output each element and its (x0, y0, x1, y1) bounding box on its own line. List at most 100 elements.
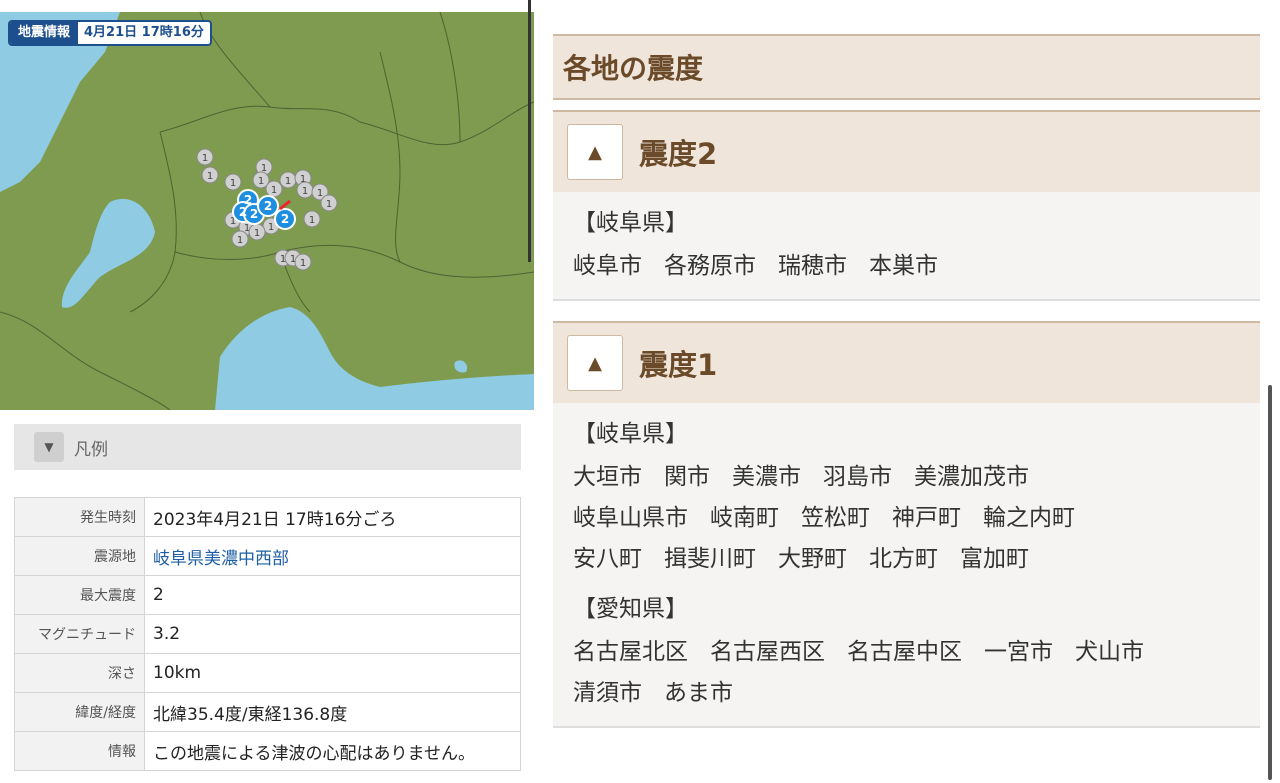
intensity-2-panel: ▲ 震度2 【岐阜県】 岐阜市 各務原市 瑞穂市 本巣市 (553, 110, 1260, 301)
svg-text:2: 2 (239, 205, 247, 219)
city-name: 大垣市 (573, 464, 642, 490)
svg-text:1: 1 (244, 223, 250, 234)
pref-group: 【岐阜県】 大垣市 関市 美濃市 羽島市 美濃加茂市 岐阜山県市 岐南町 笠松町 神戸町 輪之内… (573, 417, 1240, 580)
row-value: 北緯35.4度/東経136.8度 (144, 692, 521, 732)
city-name: 各務原市 (664, 253, 756, 279)
intensity-list: 各地の震度 ▲ 震度2 【岐阜県】 岐阜市 各務原市 瑞穂市 本巣市 ▲ 震度1 【岐… (553, 34, 1260, 728)
city-name: 岐阜山県市 (573, 505, 688, 531)
city-name: 安八町 (573, 546, 642, 572)
city-name: 名古屋中区 (847, 639, 962, 665)
row-key: 深さ (14, 653, 145, 693)
svg-text:2: 2 (281, 212, 289, 226)
map-graphic: 111 111 11 1 111 11 1 111 11 22 2 22 (0, 12, 534, 410)
city-name: 揖斐川町 (664, 546, 756, 572)
svg-text:1: 1 (326, 199, 332, 210)
intensity-section-header: 各地の震度 (553, 34, 1260, 100)
epicenter-mark (279, 199, 291, 211)
svg-text:1: 1 (271, 185, 277, 196)
svg-text:1: 1 (285, 176, 291, 187)
pref-name: 【愛知県】 (573, 596, 688, 622)
city-name: 岐南町 (710, 505, 779, 531)
table-row: 深さ 10km (14, 653, 521, 693)
row-key: 緯度/経度 (14, 692, 145, 732)
svg-text:1: 1 (207, 171, 213, 182)
city-name: 一宮市 (984, 639, 1053, 665)
city-list: 名古屋北区 名古屋西区 名古屋中区 一宮市 犬山市 清須市 あま市 (573, 632, 1240, 714)
page-scrollbar[interactable] (1268, 385, 1272, 780)
svg-text:1: 1 (302, 186, 308, 197)
svg-text:1: 1 (202, 153, 208, 164)
map-tag-time: 4月21日 17時16分 (84, 25, 204, 40)
row-key: 最大震度 (14, 575, 145, 615)
city-list: 岐阜市 各務原市 瑞穂市 本巣市 (573, 246, 1240, 287)
table-row: 最大震度 2 (14, 575, 521, 615)
city-name: 羽島市 (823, 464, 892, 490)
table-row: 緯度/経度 北緯35.4度/東経136.8度 (14, 692, 521, 732)
city-name: 名古屋西区 (710, 639, 825, 665)
city-name: 美濃加茂市 (914, 464, 1029, 490)
svg-text:1: 1 (230, 178, 236, 189)
intensity-2-label: 震度2 (639, 137, 718, 171)
svg-text:1: 1 (261, 163, 267, 174)
epicenter-link[interactable]: 岐阜県美濃中西部 (153, 549, 289, 569)
triangle-up-icon[interactable]: ▲ (567, 335, 623, 391)
triangle-down-icon: ▼ (34, 432, 64, 462)
table-row: 震源地 岐阜県美濃中西部 (14, 536, 521, 576)
pref-group: 【岐阜県】 岐阜市 各務原市 瑞穂市 本巣市 (573, 206, 1240, 287)
map-info-tag: 地震情報 4月21日 17時16分 (8, 20, 212, 46)
svg-text:1: 1 (290, 254, 296, 265)
city-name: 神戸町 (892, 505, 961, 531)
city-name: 犬山市 (1075, 639, 1144, 665)
city-name: 美濃市 (732, 464, 801, 490)
map-tag-label: 地震情報 (10, 22, 79, 44)
svg-text:1: 1 (237, 235, 243, 246)
table-row: 発生時刻 2023年4月21日 17時16分ごろ (14, 497, 521, 537)
row-key: マグニチュード (14, 614, 145, 654)
row-key: 発生時刻 (14, 497, 145, 537)
pref-name: 【岐阜県】 (573, 421, 688, 447)
city-name: 笠松町 (801, 505, 870, 531)
section-title: 各地の震度 (563, 52, 704, 85)
city-name: 大野町 (778, 546, 847, 572)
city-name: 関市 (664, 464, 710, 490)
city-list: 大垣市 関市 美濃市 羽島市 美濃加茂市 岐阜山県市 岐南町 笠松町 神戸町 輪之内町 安八町揖… (573, 457, 1240, 580)
svg-text:1: 1 (300, 174, 306, 185)
triangle-up-icon[interactable]: ▲ (567, 124, 623, 180)
row-value: 3.2 (144, 614, 521, 654)
intensity-2-header[interactable]: ▲ 震度2 (553, 110, 1260, 192)
svg-text:1: 1 (254, 228, 260, 239)
pref-group: 【愛知県】 名古屋北区 名古屋西区 名古屋中区 一宮市 犬山市 清須市 あま市 (573, 592, 1240, 714)
svg-text:1: 1 (258, 176, 264, 187)
table-row: マグニチュード 3.2 (14, 614, 521, 654)
row-value: 2023年4月21日 17時16分ごろ (144, 497, 521, 537)
svg-text:2: 2 (264, 199, 272, 213)
intensity-1-header[interactable]: ▲ 震度1 (553, 321, 1260, 403)
city-name: 輪之内町 (983, 505, 1075, 531)
map-scrollbar[interactable] (528, 0, 531, 262)
row-key: 情報 (14, 731, 145, 771)
table-row: 情報 この地震による津波の心配はありません。 (14, 731, 521, 771)
city-name: 北方町 (869, 546, 938, 572)
intensity-1-body: 【岐阜県】 大垣市 関市 美濃市 羽島市 美濃加茂市 岐阜山県市 岐南町 笠松町 神戸町 輪之内… (553, 403, 1260, 726)
city-name: 清須市 (573, 680, 642, 706)
row-value: この地震による津波の心配はありません。 (144, 731, 521, 771)
city-name: 富加町 (960, 546, 1029, 572)
svg-text:1: 1 (300, 258, 306, 269)
svg-text:1: 1 (317, 188, 323, 199)
intensity-1-panel: ▲ 震度1 【岐阜県】 大垣市 関市 美濃市 羽島市 美濃加茂市 岐阜山県市 岐南町 笠松町… (553, 321, 1260, 728)
city-name: 瑞穂市 (778, 253, 847, 279)
earthquake-info-table: 発生時刻 2023年4月21日 17時16分ごろ 震源地 岐阜県美濃中西部 最大… (14, 497, 521, 771)
city-name: 名古屋北区 (573, 639, 688, 665)
city-name: 岐阜市 (573, 253, 642, 279)
intensity-1-label: 震度1 (639, 348, 718, 382)
svg-text:1: 1 (309, 215, 315, 226)
row-key: 震源地 (14, 536, 145, 576)
legend-toggle[interactable]: ▼ 凡例 (14, 424, 521, 470)
earthquake-map[interactable]: 111 111 111 111 111 111 11 222 22 地震情報 4… (0, 12, 534, 410)
intensity-2-body: 【岐阜県】 岐阜市 各務原市 瑞穂市 本巣市 (553, 192, 1260, 299)
city-name: 本巣市 (869, 253, 938, 279)
svg-text:1: 1 (268, 222, 274, 233)
city-name: あま市 (664, 680, 733, 706)
row-value: 10km (144, 653, 521, 693)
svg-text:1: 1 (280, 254, 286, 265)
